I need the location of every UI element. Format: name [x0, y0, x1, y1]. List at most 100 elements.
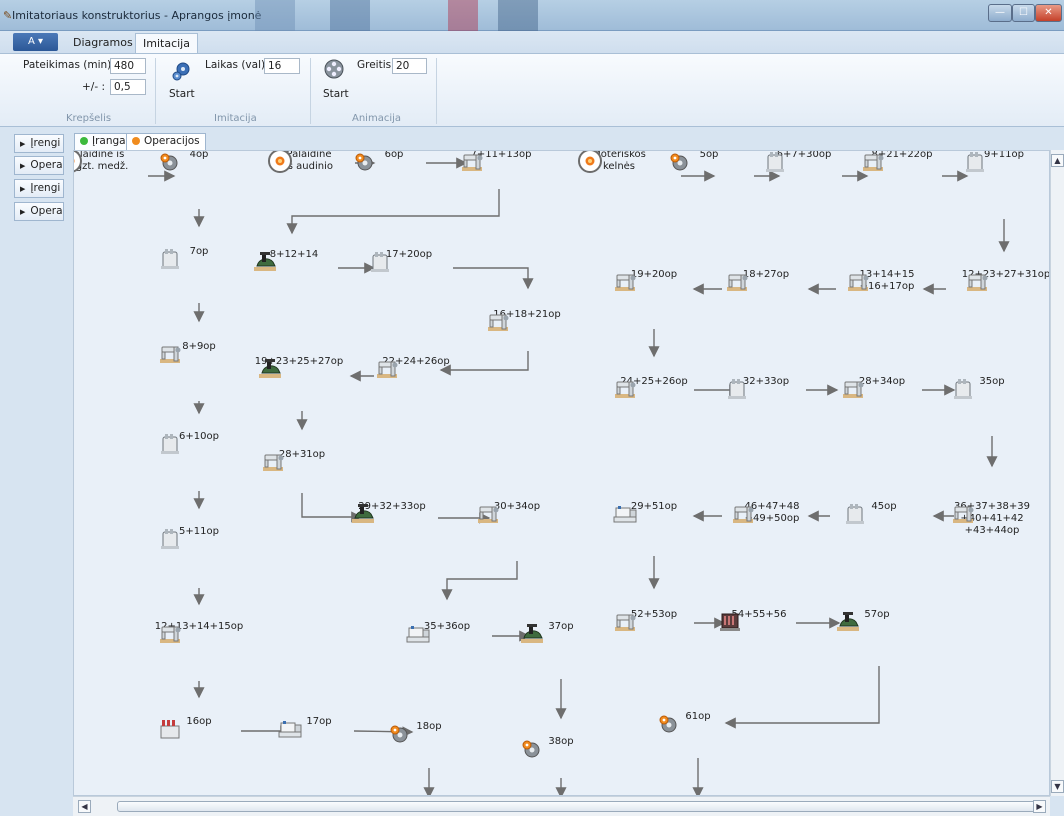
doc-tab-operacijos[interactable]: Operacijos	[126, 133, 206, 150]
operation-node[interactable]: 19+20op	[609, 269, 699, 291]
operation-node[interactable]: 16+18+21op	[482, 309, 572, 331]
operation-node[interactable]: 36+37+38+39 +40+41+42 +43+44op	[947, 501, 1037, 537]
group-separator	[155, 58, 156, 124]
multineedle-icon	[720, 613, 740, 631]
left-tab-irengimai-1[interactable]: ▶ Įrengi	[14, 134, 64, 153]
greitis-input[interactable]: 20	[392, 58, 427, 74]
scroll-left-button[interactable]: ◀	[78, 800, 91, 813]
minimize-button[interactable]: —	[988, 4, 1012, 22]
background-decoration	[255, 0, 295, 31]
status-dot-icon	[132, 137, 140, 145]
laikas-input[interactable]: 16	[264, 58, 300, 74]
operation-node[interactable]: 19+23+25+27op	[254, 356, 344, 378]
operation-node[interactable]: 28+34op	[837, 376, 927, 398]
buttonhole-icon	[613, 506, 637, 523]
imitacija-start-label: Start	[169, 88, 195, 100]
operation-node[interactable]: 35op	[947, 376, 1037, 399]
iron-icon	[254, 252, 276, 271]
operation-node[interactable]: 46+47+48 +49+50op	[727, 501, 817, 525]
tab-imitacija[interactable]: Imitacija	[135, 33, 198, 53]
film-reel-icon	[324, 59, 344, 79]
operation-node[interactable]: 37op	[516, 621, 606, 643]
imitacija-start-button[interactable]: Start	[166, 58, 196, 102]
operation-node[interactable]: 32+33op	[721, 376, 811, 399]
ribbon-tab-bar: A ▾ Diagramos Imitacija	[0, 31, 1064, 53]
flatbed-icon	[727, 274, 748, 291]
operation-node[interactable]: 8+9op	[154, 341, 244, 363]
close-button[interactable]: ✕	[1035, 4, 1062, 22]
operation-node[interactable]: 6+7+30op	[759, 151, 849, 172]
operation-node[interactable]: 57op	[832, 609, 922, 631]
operation-node[interactable]: 8+12+14	[249, 249, 339, 271]
vertical-scrollbar[interactable]: ▲ ▼	[1050, 150, 1064, 796]
animacija-start-button[interactable]: Start	[320, 58, 350, 102]
operation-node[interactable]: 18op	[384, 721, 474, 743]
operation-node[interactable]: 24+25+26op	[609, 376, 699, 398]
diagram-canvas[interactable]: alaidinė iš egzt. medž. 4op Palaidinė iš a…	[73, 150, 1050, 796]
overlock-icon	[371, 252, 389, 272]
operation-node[interactable]: 5op	[664, 151, 754, 171]
operation-node[interactable]: Palaidinė iš audinio	[264, 151, 354, 173]
operation-node[interactable]: 12+23+27+31op	[961, 269, 1049, 291]
operation-node[interactable]: 29+32+33op	[347, 501, 437, 523]
operation-node[interactable]: 52+53op	[609, 609, 699, 631]
background-decoration	[498, 0, 538, 31]
pateikimas-input[interactable]: 480	[110, 58, 146, 74]
overlock-icon	[954, 379, 972, 399]
gear-icon	[390, 725, 408, 743]
left-tab-irengimai-2[interactable]: ▶ Įrengi	[14, 179, 64, 198]
left-tab-label: Opera	[30, 159, 63, 171]
flatbed-icon	[615, 614, 636, 631]
operation-node[interactable]: 35+36op	[402, 621, 492, 643]
operation-node[interactable]: 18+27op	[721, 269, 811, 291]
operation-node[interactable]: 7op	[154, 246, 244, 269]
left-tab-operacijos-2[interactable]: ▶ Opera	[14, 202, 64, 221]
operation-node[interactable]: 28+31op	[257, 449, 347, 471]
operation-node[interactable]: 6+10op	[154, 431, 244, 454]
operation-node[interactable]: 45op	[839, 501, 929, 524]
operation-node[interactable]: 7+11+13op	[456, 151, 546, 171]
doc-tab-label: Operacijos	[144, 135, 200, 147]
flatbed-icon	[843, 381, 864, 398]
horizontal-scrollbar[interactable]: ◀ ▶	[73, 796, 1050, 816]
operation-node[interactable]: 29+51op	[609, 501, 699, 523]
window-title: Imitatoriaus konstruktorius - Aprangos į…	[12, 9, 262, 22]
group-separator	[310, 58, 311, 124]
left-tab-operacijos-1[interactable]: ▶ Opera	[14, 156, 64, 175]
operation-node[interactable]: 22+24+26op	[371, 356, 461, 378]
operation-node[interactable]: alaidinė iš egzt. medž.	[74, 151, 144, 173]
operation-node[interactable]: 17op	[274, 716, 364, 738]
doc-tab-iranga[interactable]: Įranga	[74, 133, 132, 150]
operation-node[interactable]: 12+13+14+15op	[154, 621, 244, 643]
gear-icon	[522, 740, 540, 758]
maximize-button[interactable]: ☐	[1012, 4, 1035, 22]
scroll-up-button[interactable]: ▲	[1051, 154, 1064, 167]
operation-node[interactable]: 9+11op	[959, 151, 1049, 172]
operation-node[interactable]: 5+11op	[154, 526, 244, 549]
horizontal-scroll-thumb[interactable]	[117, 801, 1043, 812]
operation-node[interactable]: 30+34op	[472, 501, 562, 523]
left-tab-label: Opera	[30, 205, 63, 217]
title-bar: ✎ Imitatoriaus konstruktorius - Aprangos…	[0, 0, 1064, 31]
operation-node[interactable]: 4op	[154, 151, 244, 171]
operation-node[interactable]: 16op	[154, 716, 244, 739]
tab-diagramos[interactable]: Diagramos	[66, 33, 140, 53]
operation-node[interactable]: 54+55+56	[714, 609, 804, 631]
animacija-start-label: Start	[323, 88, 349, 100]
flatbed-icon	[160, 346, 181, 363]
flatbed-icon	[160, 626, 181, 643]
gear-icon	[670, 153, 688, 171]
operation-node[interactable]: 17+20op	[364, 249, 454, 272]
operation-node[interactable]: 38op	[516, 736, 606, 758]
plusminus-input[interactable]: 0,5	[110, 79, 146, 95]
scroll-down-button[interactable]: ▼	[1051, 780, 1064, 793]
operation-node[interactable]: 6op	[349, 151, 439, 171]
operation-node[interactable]: 61op	[653, 711, 743, 733]
flatbed-icon	[848, 274, 869, 291]
scroll-right-button[interactable]: ▶	[1033, 800, 1046, 813]
application-menu-button[interactable]: A ▾	[13, 33, 58, 51]
operation-node[interactable]: Moteriškos kelnės	[574, 151, 664, 173]
flow-arrow	[441, 561, 518, 601]
operation-node[interactable]: 13+14+15 +16+17op	[842, 269, 932, 293]
operation-node[interactable]: 8+21+22op	[857, 151, 947, 171]
